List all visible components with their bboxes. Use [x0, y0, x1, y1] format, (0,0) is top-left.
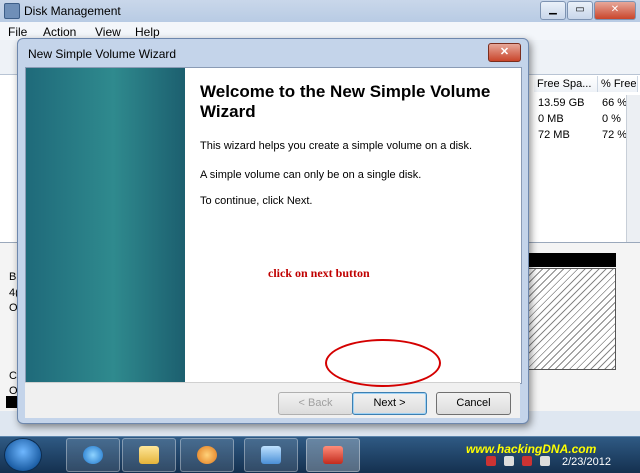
percent-free-cell: 72 %: [602, 129, 628, 141]
wizard-description: This wizard helps you create a simple vo…: [200, 140, 473, 152]
network-tray-icon[interactable]: [486, 456, 496, 466]
wizard-side-banner: [26, 68, 185, 383]
unallocated-partition[interactable]: [528, 268, 616, 370]
title-bar: Disk Management ▁ ▭ ✕: [0, 0, 640, 23]
menu-file[interactable]: File: [8, 25, 27, 39]
folder-icon[interactable]: [122, 438, 176, 472]
menu-help[interactable]: Help: [135, 25, 160, 39]
internet-explorer-icon[interactable]: [66, 438, 120, 472]
wizard-close-button[interactable]: ✕: [488, 43, 521, 62]
toolbox-icon[interactable]: [306, 438, 360, 472]
menu-action[interactable]: Action: [43, 25, 76, 39]
control-panel-icon[interactable]: [244, 438, 298, 472]
wizard-description: A simple volume can only be on a single …: [200, 169, 422, 181]
free-space-cell: 0 MB: [538, 113, 564, 125]
cancel-button[interactable]: Cancel: [436, 392, 511, 415]
menu-view[interactable]: View: [95, 25, 121, 39]
wizard-title: New Simple Volume Wizard: [28, 47, 177, 61]
flag-tray-icon[interactable]: [504, 456, 514, 466]
back-button[interactable]: < Back: [278, 392, 353, 415]
media-player-icon[interactable]: [180, 438, 234, 472]
maximize-button[interactable]: ▭: [567, 1, 593, 20]
watermark-brand: www.hackingDNA.com: [466, 442, 597, 456]
free-space-cell: 13.59 GB: [538, 97, 585, 109]
next-button[interactable]: Next >: [352, 392, 427, 415]
column-free-space[interactable]: Free Spa...: [534, 76, 598, 92]
window-title: Disk Management: [24, 4, 121, 18]
wizard-heading: Welcome to the New Simple Volume Wizard: [200, 82, 491, 121]
volume-tray-icon[interactable]: [522, 456, 532, 466]
tutorial-annotation: click on next button: [268, 266, 370, 280]
disk-management-icon: [4, 3, 20, 19]
power-tray-icon[interactable]: [540, 456, 550, 466]
wizard-content: Welcome to the New Simple Volume Wizard …: [25, 67, 522, 384]
partition-header-bar: [528, 253, 616, 267]
new-simple-volume-wizard: New Simple Volume Wizard ✕ Welcome to th…: [17, 38, 529, 424]
percent-free-cell: 66 %: [602, 97, 628, 109]
wizard-instruction: To continue, click Next.: [200, 195, 313, 207]
percent-free-cell: 0 %: [602, 113, 621, 125]
disk-label-fragment: C: [9, 370, 17, 382]
disk-label-fragment: B: [9, 271, 17, 283]
clock-date[interactable]: 2/23/2012: [562, 456, 611, 468]
start-orb-icon[interactable]: [4, 438, 42, 472]
highlight-circle: [325, 339, 441, 387]
minimize-button[interactable]: ▁: [540, 1, 566, 20]
column-percent-free[interactable]: % Free: [598, 76, 638, 92]
free-space-cell: 72 MB: [538, 129, 570, 141]
close-button[interactable]: ✕: [594, 1, 636, 20]
